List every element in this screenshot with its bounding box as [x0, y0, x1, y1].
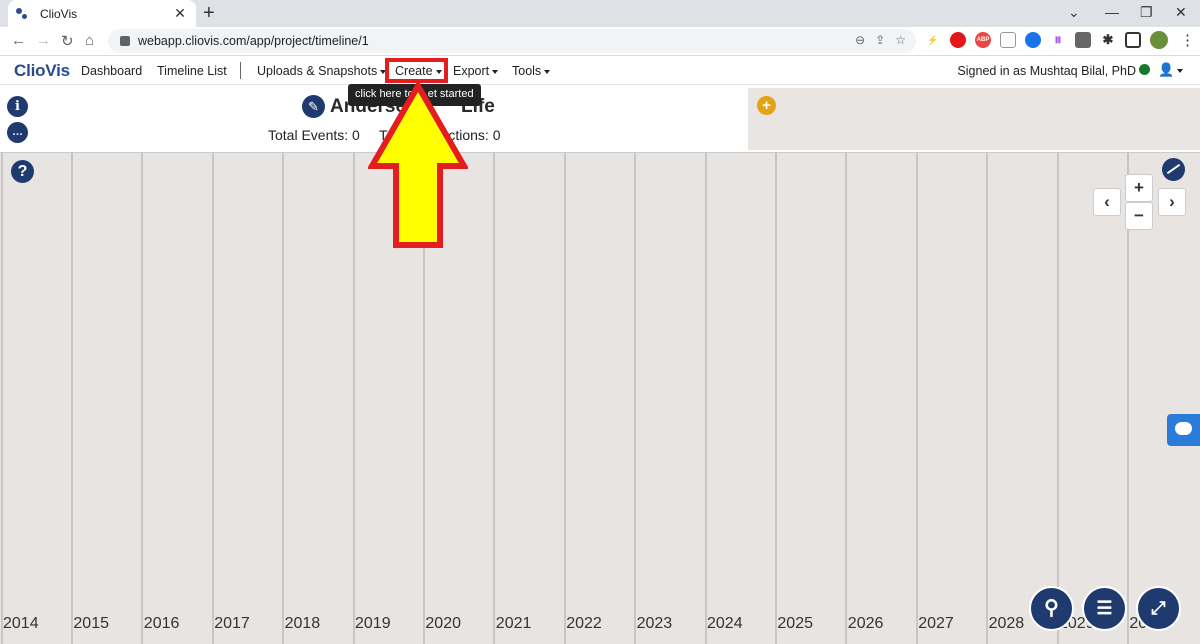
- home-icon[interactable]: ⌂: [85, 32, 94, 49]
- prev-button[interactable]: ‹: [1093, 188, 1121, 216]
- year-gridline: [704, 152, 707, 644]
- year-label: 2026: [847, 615, 884, 632]
- year-label: 2022: [566, 615, 602, 632]
- year-label: 2014: [3, 615, 39, 632]
- extension-doc-icon[interactable]: [1000, 32, 1016, 48]
- comment-icon[interactable]: …: [7, 122, 28, 143]
- year-label: 2023: [636, 615, 673, 632]
- window-close-icon[interactable]: ✕: [1175, 4, 1187, 21]
- nav-tools-label: Tools: [512, 64, 542, 78]
- cliovis-favicon-icon: [16, 7, 30, 21]
- zoom-out-button[interactable]: −: [1125, 202, 1153, 230]
- media-panel: [748, 88, 1200, 150]
- year-gridline: [915, 152, 918, 644]
- chevron-down-icon: [492, 69, 499, 74]
- page: ClioVis ✕ + ⌄ — ❐ ✕ ← → ↻ ⌂ webapp.cliov…: [0, 0, 1200, 644]
- nav-uploads-snapshots[interactable]: Uploads & Snapshots: [257, 64, 387, 78]
- fullscreen-icon[interactable]: ⤢: [1136, 586, 1181, 631]
- year-label: 2016: [143, 615, 180, 632]
- add-plus-icon[interactable]: +: [757, 96, 776, 115]
- chevron-down-icon: [544, 69, 551, 74]
- minimize-icon[interactable]: —: [1105, 4, 1119, 20]
- year-label: 2020: [425, 615, 461, 632]
- list-view-icon[interactable]: ☰: [1082, 586, 1127, 631]
- settings-gear-icon[interactable]: [1139, 64, 1150, 75]
- year-gridline: [493, 152, 496, 644]
- nav-timeline-list[interactable]: Timeline List: [157, 64, 227, 78]
- nav-export[interactable]: Export: [453, 64, 499, 78]
- extension-bolt-icon[interactable]: ⚡: [925, 32, 941, 48]
- year-gridline: [986, 152, 989, 644]
- brand-logo[interactable]: ClioVis: [14, 61, 70, 81]
- year-gridline: [352, 152, 355, 644]
- bookmark-star-icon[interactable]: ☆: [895, 33, 906, 47]
- year-label: 2021: [495, 615, 532, 632]
- year-gridline: [1056, 152, 1059, 644]
- extension-adblock-icon[interactable]: ABP: [975, 32, 991, 48]
- timeline-canvas[interactable]: [0, 152, 1200, 644]
- tab-close-icon[interactable]: ✕: [172, 5, 188, 22]
- year-gridline: [0, 152, 3, 644]
- year-gridline: [141, 152, 144, 644]
- nav-separator: [240, 62, 241, 79]
- year-label: 2024: [707, 615, 743, 632]
- zoom-in-button[interactable]: +: [1125, 174, 1153, 202]
- browser-tab[interactable]: ClioVis ✕: [8, 0, 196, 27]
- arrow-shape: [368, 82, 468, 248]
- new-tab-button[interactable]: +: [203, 3, 215, 23]
- extension-download-icon[interactable]: [1075, 32, 1091, 48]
- zoom-icon[interactable]: ⊖: [855, 33, 865, 47]
- app-navbar: ClioVis Dashboard Timeline List Uploads …: [0, 56, 1200, 85]
- year-gridline: [211, 152, 214, 644]
- year-gridline: [634, 152, 637, 644]
- reload-icon[interactable]: ↻: [61, 32, 74, 50]
- profile-avatar[interactable]: [1150, 31, 1168, 49]
- hide-eye-icon[interactable]: [1162, 158, 1185, 181]
- share-icon[interactable]: ⇪: [875, 33, 885, 47]
- year-gridline: [282, 152, 285, 644]
- create-highlight-box: [385, 58, 448, 83]
- lock-icon: [120, 36, 130, 46]
- total-events: Total Events: 0: [268, 127, 360, 143]
- extension-opera-icon[interactable]: [950, 32, 966, 48]
- restore-icon[interactable]: ❐: [1140, 4, 1153, 21]
- info-icon[interactable]: i: [7, 96, 28, 117]
- year-gridline: [70, 152, 73, 644]
- year-label: 2025: [777, 615, 813, 632]
- extensions-puzzle-icon[interactable]: ✱: [1100, 32, 1116, 48]
- extension-g-icon[interactable]: [1025, 32, 1041, 48]
- year-label: 2028: [988, 615, 1025, 632]
- nav-uploads-label: Uploads & Snapshots: [257, 64, 378, 78]
- year-label: 2015: [73, 615, 109, 632]
- browser-tabstrip: ClioVis ✕ + ⌄ — ❐ ✕: [0, 0, 1200, 27]
- nav-export-label: Export: [453, 64, 490, 78]
- edit-pencil-icon[interactable]: ✎: [302, 95, 325, 118]
- nav-dashboard[interactable]: Dashboard: [81, 64, 142, 78]
- search-icon[interactable]: ⚲: [1029, 586, 1074, 631]
- browser-toolbar: ← → ↻ ⌂ webapp.cliovis.com/app/project/t…: [0, 27, 1200, 56]
- forward-icon[interactable]: →: [36, 32, 51, 49]
- url-text: webapp.cliovis.com/app/project/timeline/…: [138, 34, 369, 48]
- annotation-arrow: [368, 82, 468, 248]
- tab-search-icon[interactable]: ⌄: [1068, 4, 1080, 21]
- nav-tools[interactable]: Tools: [512, 64, 551, 78]
- tab-title: ClioVis: [40, 6, 78, 21]
- extension-library-icon[interactable]: Ⅲ: [1050, 32, 1066, 48]
- user-menu-icon[interactable]: 👤: [1158, 62, 1184, 78]
- next-button[interactable]: ›: [1158, 188, 1186, 216]
- year-gridline: [774, 152, 777, 644]
- chat-support-icon[interactable]: [1167, 414, 1200, 446]
- year-gridline: [563, 152, 566, 644]
- sidepanel-icon[interactable]: [1125, 32, 1141, 48]
- year-label: 2018: [284, 615, 321, 632]
- year-label: 2027: [918, 615, 954, 632]
- year-gridline: [845, 152, 848, 644]
- back-icon[interactable]: ←: [11, 32, 26, 49]
- browser-menu-icon[interactable]: ⋮: [1180, 31, 1195, 49]
- signed-in-text: Signed in as Mushtaq Bilal, PhD: [957, 64, 1136, 78]
- help-icon[interactable]: ?: [11, 160, 34, 183]
- year-label: 2019: [355, 615, 391, 632]
- address-bar[interactable]: webapp.cliovis.com/app/project/timeline/…: [108, 29, 916, 53]
- year-label: 2017: [214, 615, 250, 632]
